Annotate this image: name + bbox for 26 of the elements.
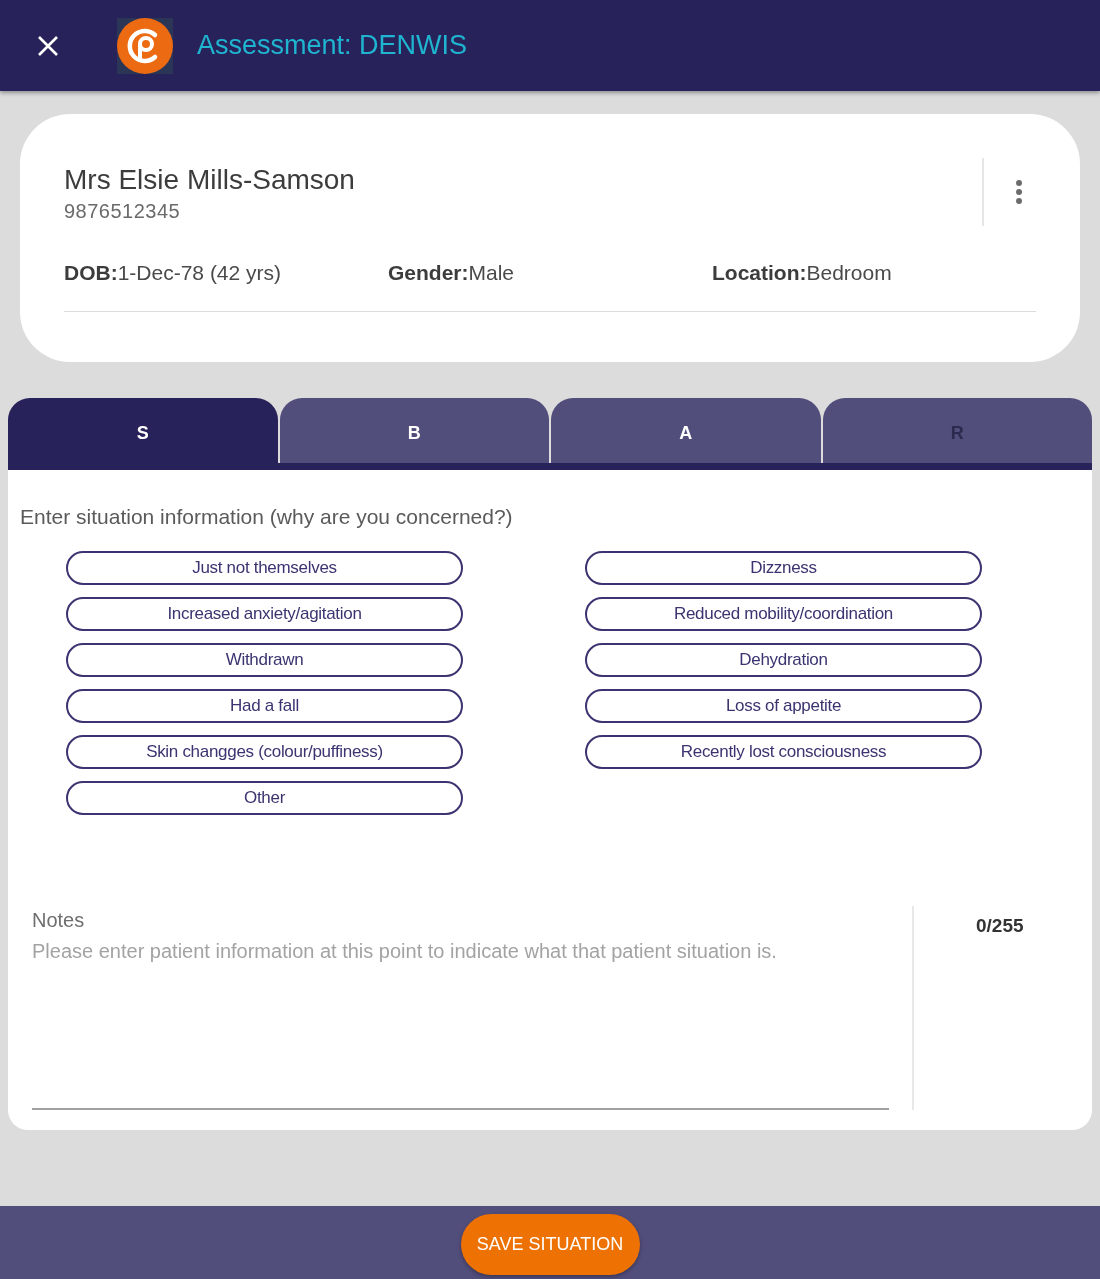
option-chip[interactable]: Dehydration — [585, 643, 982, 677]
tab[interactable]: S — [8, 398, 278, 463]
option-chip[interactable]: Loss of appetite — [585, 689, 982, 723]
option-chip[interactable]: Other — [66, 781, 463, 815]
patient-detail: Location:Bedroom — [712, 260, 893, 286]
patient-detail: DOB:1-Dec-78 (42 yrs) — [64, 260, 283, 286]
situation-prompt: Enter situation information (why are you concerned?) — [20, 504, 514, 530]
patient-name: Mrs Elsie Mills-Samson — [64, 163, 356, 197]
option-chip[interactable]: Increased anxiety/agitation — [66, 597, 463, 631]
patient-detail: Gender:Male — [388, 260, 516, 286]
option-chip[interactable]: Had a fall — [66, 689, 463, 723]
option-chip[interactable]: Recently lost consciousness — [585, 735, 982, 769]
notes-field[interactable]: Please enter patient information at this point to indicate what that patient situation is. — [32, 938, 889, 1110]
notes-label: Notes — [32, 908, 86, 932]
tab[interactable]: B — [279, 398, 549, 463]
character-counter: 0/255 — [976, 914, 1024, 938]
option-chip[interactable]: Dizzness — [585, 551, 982, 585]
tab[interactable]: A — [551, 398, 821, 463]
option-chip[interactable]: Just not themselves — [66, 551, 463, 585]
patient-id: 9876512345 — [64, 199, 182, 224]
header-title: Assessment: DENWIS — [197, 32, 468, 59]
option-chip[interactable]: Reduced mobility/coordination — [585, 597, 982, 631]
option-chip[interactable]: Skin changges (colour/puffiness) — [66, 735, 463, 769]
option-chip[interactable]: Withdrawn — [66, 643, 463, 677]
close-icon[interactable] — [37, 34, 59, 57]
logo-icon — [117, 17, 173, 74]
